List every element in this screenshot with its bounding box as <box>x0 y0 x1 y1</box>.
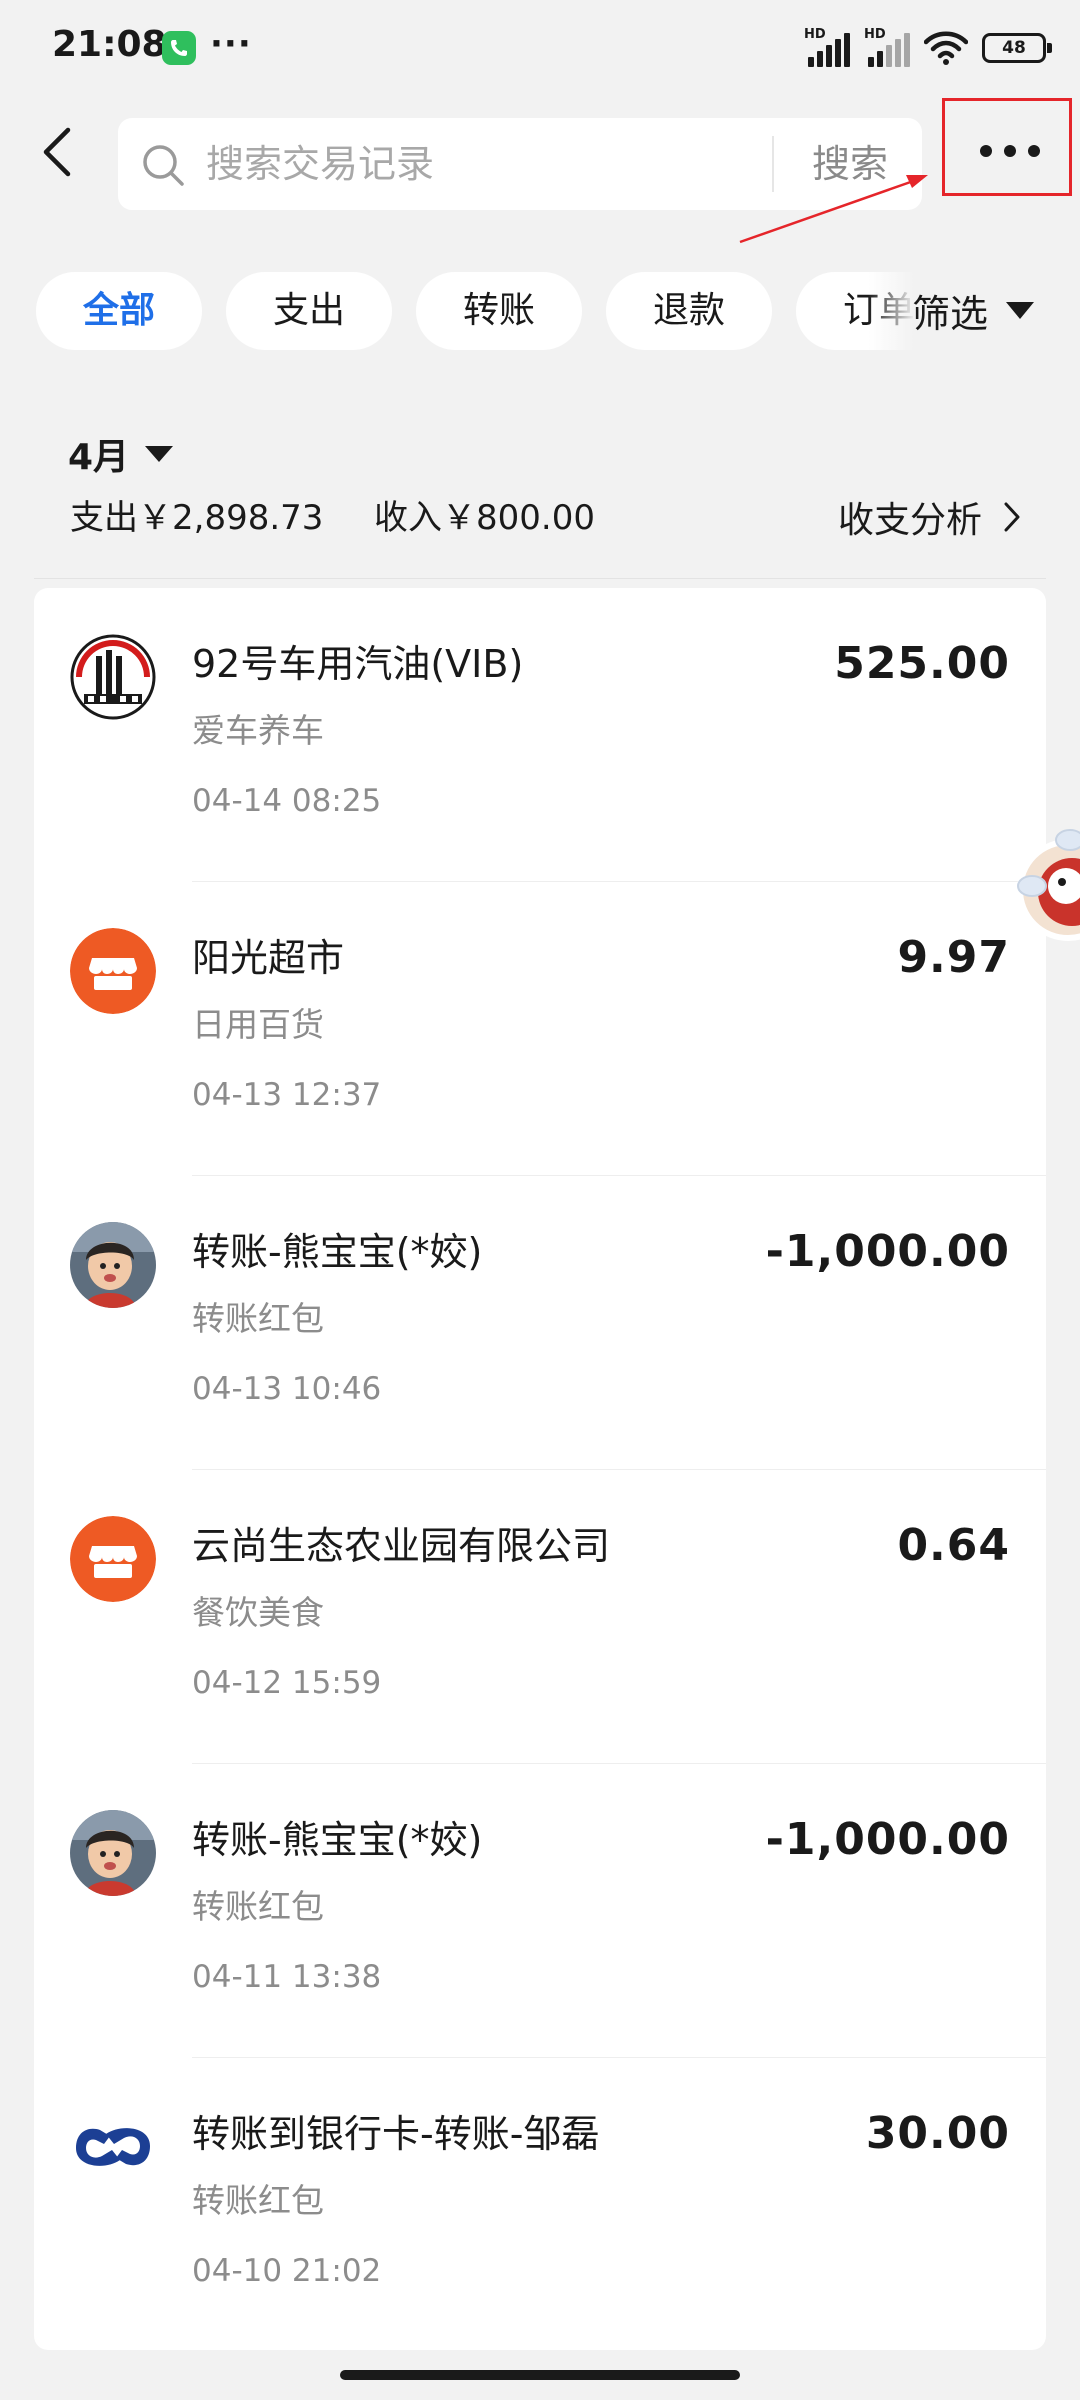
transaction-amount: 0.64 <box>897 1520 1010 1571</box>
transaction-time: 04-14 08:25 <box>192 783 382 819</box>
filter-tabs: 全部 支出 转账 退款 订单 筛选 <box>0 268 1080 352</box>
expense-total: 支出￥2,898.73 <box>70 498 324 538</box>
filter-button[interactable]: 筛选 <box>912 268 1035 352</box>
transaction-name: 转账-熊宝宝(*姣) <box>192 1818 483 1862</box>
transaction-item[interactable]: 92号车用汽油(VIB) 525.00 爱车养车 04-14 08:25 <box>34 588 1046 882</box>
search-placeholder: 搜索交易记录 <box>206 142 435 186</box>
back-button[interactable] <box>30 122 90 182</box>
transaction-amount: 30.00 <box>865 2108 1010 2159</box>
phone-call-icon <box>162 31 196 65</box>
month-selector[interactable]: 4月 <box>68 428 174 480</box>
transaction-name: 云尚生态农业园有限公司 <box>192 1524 611 1568</box>
filter-label: 筛选 <box>912 291 989 336</box>
transaction-category: 爱车养车 <box>192 711 324 750</box>
income-expense-analysis-link[interactable]: 收支分析 <box>838 490 1022 544</box>
analysis-label: 收支分析 <box>837 500 982 541</box>
month-label: 4月 <box>68 437 130 478</box>
sinopec-logo-icon <box>70 634 156 720</box>
search-divider <box>772 136 774 192</box>
transaction-amount: 9.97 <box>897 932 1010 983</box>
home-indicator[interactable] <box>340 2370 740 2380</box>
caret-down-icon <box>145 446 174 462</box>
income-total: 收入￥800.00 <box>374 498 595 538</box>
signal-hd-label: HD <box>804 27 826 42</box>
user-avatar-photo <box>70 1810 156 1896</box>
floating-mascot-icon[interactable] <box>1010 820 1080 960</box>
user-avatar-photo <box>70 1222 156 1308</box>
transaction-item[interactable]: 云尚生态农业园有限公司 0.64 餐饮美食 04-12 15:59 <box>34 1470 1046 1764</box>
transaction-time: 04-13 10:46 <box>192 1371 382 1407</box>
signal-hd-label: HD <box>864 27 886 42</box>
store-icon <box>70 928 156 1014</box>
transaction-amount: -1,000.00 <box>765 1226 1010 1277</box>
status-indicators: HD HD 48 <box>804 27 1052 68</box>
transaction-time: 04-10 21:02 <box>192 2253 382 2289</box>
battery-level: 48 <box>1002 38 1026 58</box>
tab-all[interactable]: 全部 <box>36 272 202 350</box>
chevron-right-icon <box>1004 502 1020 532</box>
bank-logo-icon <box>70 2104 156 2190</box>
tab-expense[interactable]: 支出 <box>226 272 392 350</box>
transaction-time: 04-13 12:37 <box>192 1077 382 1113</box>
transaction-item[interactable]: 阳光超市 9.97 日用百货 04-13 12:37 <box>34 882 1046 1176</box>
status-notification-dots: ··· <box>210 24 252 64</box>
transaction-name: 92号车用汽油(VIB) <box>192 642 524 686</box>
battery-icon: 48 <box>982 33 1052 63</box>
transaction-category: 日用百货 <box>192 1005 324 1044</box>
transaction-list: 92号车用汽油(VIB) 525.00 爱车养车 04-14 08:25 阳光超… <box>34 588 1046 2350</box>
transaction-amount: 525.00 <box>834 638 1010 689</box>
transaction-category: 餐饮美食 <box>192 1593 324 1632</box>
transaction-name: 阳光超市 <box>192 936 345 980</box>
transaction-item[interactable]: 转账到银行卡-转账-邹磊 30.00 转账红包 04-10 21:02 <box>34 2058 1046 2350</box>
transaction-item[interactable]: 转账-熊宝宝(*姣) -1,000.00 转账红包 04-13 10:46 <box>34 1176 1046 1470</box>
transaction-time: 04-12 15:59 <box>192 1665 382 1701</box>
signal-icon: HD <box>804 27 850 67</box>
search-input[interactable]: 搜索交易记录 搜索 <box>118 118 922 210</box>
caret-down-icon <box>1006 301 1035 319</box>
search-button[interactable]: 搜索 <box>778 118 922 210</box>
tab-refund[interactable]: 退款 <box>606 272 772 350</box>
chevron-left-icon <box>43 127 71 177</box>
transaction-time: 04-11 13:38 <box>192 1959 382 1995</box>
more-options-button[interactable] <box>942 98 1072 196</box>
status-bar: 21:08 ··· HD HD 48 <box>0 0 1080 96</box>
search-icon <box>143 145 184 186</box>
store-icon <box>70 1516 156 1602</box>
status-time: 21:08 <box>52 24 167 65</box>
transaction-category: 转账红包 <box>192 2181 324 2220</box>
transaction-item[interactable]: 转账-熊宝宝(*姣) -1,000.00 转账红包 04-11 13:38 <box>34 1764 1046 2058</box>
signal-icon: HD <box>864 27 910 67</box>
transaction-records-page: 21:08 ··· HD HD 48 搜索交易记录 搜索 全部 支出 转账 退款… <box>0 0 1080 2400</box>
transaction-name: 转账-熊宝宝(*姣) <box>192 1230 483 1274</box>
summary-divider <box>34 578 1046 579</box>
transaction-category: 转账红包 <box>192 1887 324 1926</box>
transaction-amount: -1,000.00 <box>765 1814 1010 1865</box>
transaction-category: 转账红包 <box>192 1299 324 1338</box>
tab-transfer[interactable]: 转账 <box>416 272 582 350</box>
wifi-icon <box>924 31 968 65</box>
transaction-name: 转账到银行卡-转账-邹磊 <box>192 2112 600 2156</box>
